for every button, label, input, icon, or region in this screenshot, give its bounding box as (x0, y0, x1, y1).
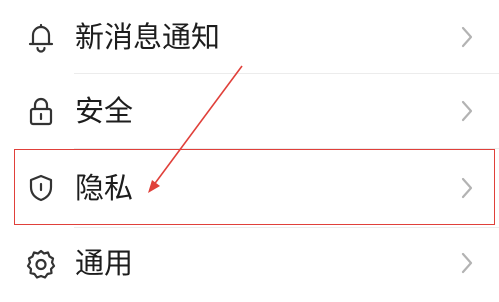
menu-item-label: 新消息通知 (75, 20, 221, 54)
menu-item-security[interactable]: 安全 (0, 74, 499, 149)
lock-icon (24, 95, 58, 129)
menu-item-label: 安全 (75, 94, 134, 128)
menu-item-general[interactable]: 通用 (0, 228, 499, 302)
settings-menu: 新消息通知 安全 隐私 通用 (0, 0, 499, 302)
menu-item-new-message-notification[interactable]: 新消息通知 (0, 0, 499, 74)
chevron-right-icon (458, 250, 476, 276)
shield-icon (24, 171, 58, 205)
menu-item-label: 隐私 (75, 171, 134, 205)
bell-icon (24, 20, 58, 54)
menu-item-privacy[interactable]: 隐私 (0, 149, 499, 228)
gear-icon (24, 247, 58, 281)
chevron-right-icon (458, 98, 476, 124)
chevron-right-icon (458, 175, 476, 201)
menu-item-label: 通用 (75, 246, 134, 280)
chevron-right-icon (458, 24, 476, 50)
